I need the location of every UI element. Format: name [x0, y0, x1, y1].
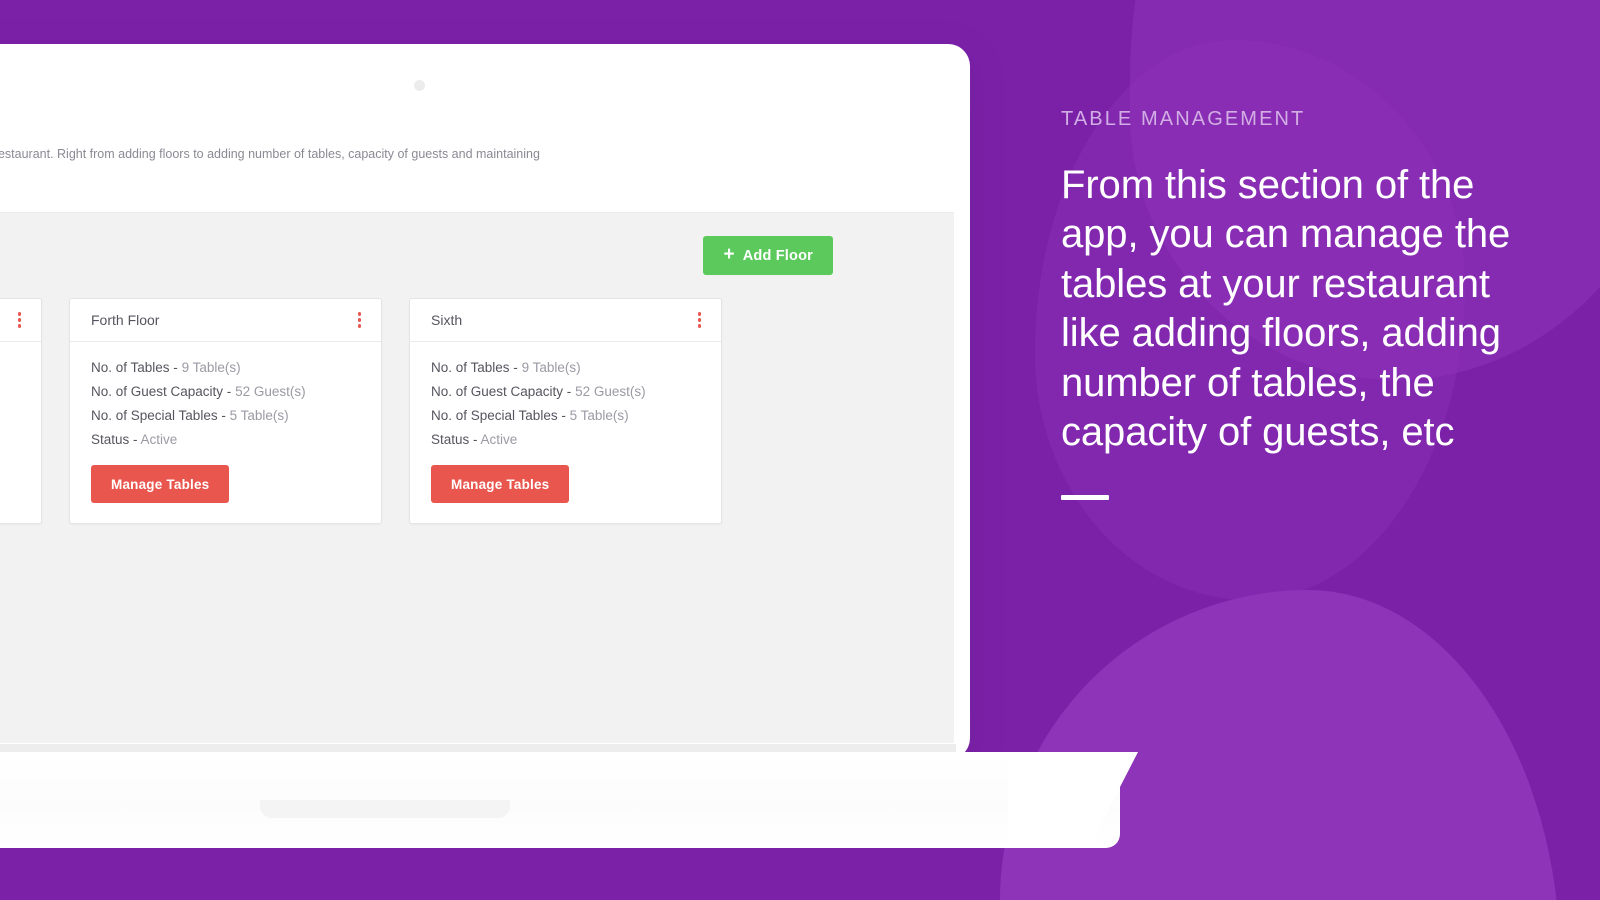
stat-capacity-value: 52 Guest(s): [235, 384, 306, 399]
stat-status: Status - Active: [91, 432, 360, 447]
floor-card-body: No. of Tables - 9 Table(s) No. of Guest C…: [70, 342, 381, 523]
floor-card-header: Third Floor: [0, 299, 41, 342]
stat-special-value: 5 Table(s): [569, 408, 629, 423]
stat-status-label: Status -: [431, 432, 478, 447]
laptop-mockup: Table Management From the table manageme…: [0, 44, 1138, 848]
stat-capacity-label: No. of Guest Capacity -: [91, 384, 232, 399]
floor-card: Forth Floor No. of Tables - 9 Table(s) No.…: [69, 298, 382, 524]
stat-status: Status - Active: [0, 432, 20, 447]
stat-special: No. of Special Tables - 5 Table(s): [431, 408, 700, 423]
promo-rule: [1061, 495, 1109, 501]
stat-special: No. of Special Tables - 5 Table(s): [91, 408, 360, 423]
stat-capacity-label: No. of Guest Capacity -: [431, 384, 572, 399]
stat-tables: No. of Tables - 2 Table(s): [0, 360, 20, 375]
laptop-base: [0, 752, 1120, 848]
page-title: Table Management: [0, 124, 550, 141]
stat-tables: No. of Tables - 9 Table(s): [91, 360, 360, 375]
stat-tables-label: No. of Tables -: [91, 360, 178, 375]
promo-eyebrow: TABLE MANAGEMENT: [1061, 108, 1306, 130]
page-description: From the table management section you ca…: [0, 147, 540, 161]
status-badge: Active: [140, 432, 178, 447]
floor-card-header: Forth Floor: [70, 299, 381, 342]
stat-tables-value: 9 Table(s): [181, 360, 241, 375]
floor-card-title: Sixth: [431, 312, 463, 328]
promo-panel: TABLE MANAGEMENT From this section of th…: [1061, 108, 1561, 501]
stat-status: Status - Active: [431, 432, 700, 447]
floors-section: Second FloorNo. of Tables - 10 Table(s)N…: [0, 298, 954, 743]
stat-special-label: No. of Special Tables -: [431, 408, 566, 423]
floor-card-body: No. of Tables - 2 Table(s) No. of Guest C…: [0, 342, 41, 523]
manage-tables-button[interactable]: Manage Tables: [431, 465, 570, 503]
stat-special-label: No. of Special Tables -: [91, 408, 226, 423]
laptop-screen-lip: [0, 744, 956, 752]
stat-tables-label: No. of Tables -: [431, 360, 518, 375]
page-header-text: Table Management From the table manageme…: [0, 124, 590, 179]
floor-card-header: Sixth: [410, 299, 721, 342]
toolbar: + Add Floor: [0, 213, 954, 298]
stat-capacity: No. of Guest Capacity - 9 Guest(s): [0, 384, 20, 399]
promo-headline: From this section of the app, you can ma…: [1061, 163, 1511, 454]
stat-capacity: No. of Guest Capacity - 52 Guest(s): [431, 384, 700, 399]
manage-tables-button[interactable]: Manage Tables: [91, 465, 230, 503]
laptop-camera-icon: [414, 80, 425, 91]
stat-tables-value: 9 Table(s): [521, 360, 581, 375]
stat-capacity: No. of Guest Capacity - 52 Guest(s): [91, 384, 360, 399]
floor-card: Third FloorNo. of Tables - 2 Table(s)No.…: [0, 298, 42, 524]
stat-status-label: Status -: [91, 432, 138, 447]
floor-card: Sixth No. of Tables - 9 Table(s) No. of Gu…: [409, 298, 722, 524]
laptop-screen: Table Management From the table manageme…: [0, 105, 954, 743]
stat-tables: No. of Tables - 9 Table(s): [431, 360, 700, 375]
laptop-base-notch: [260, 800, 510, 818]
kebab-menu-icon[interactable]: [352, 307, 368, 333]
status-badge: Active: [480, 432, 518, 447]
page-header: Table Management From the table manageme…: [0, 105, 954, 213]
floor-card-grid: Second FloorNo. of Tables - 10 Table(s)N…: [0, 298, 954, 743]
decorative-blob-bottom: [1000, 590, 1560, 900]
floor-card-body: No. of Tables - 9 Table(s) No. of Guest C…: [410, 342, 721, 523]
kebab-menu-icon[interactable]: [12, 307, 28, 333]
promo-slide: Table Management From the table manageme…: [0, 0, 1600, 900]
stat-special-value: 5 Table(s): [229, 408, 289, 423]
add-floor-label: Add Floor: [742, 247, 813, 264]
floor-card-title: Forth Floor: [91, 312, 160, 328]
plus-icon: +: [723, 244, 735, 265]
add-floor-button[interactable]: + Add Floor: [703, 236, 833, 275]
kebab-menu-icon[interactable]: [692, 307, 708, 333]
stat-special: No. of Special Tables - 2 Table(s): [0, 408, 20, 423]
stat-capacity-value: 52 Guest(s): [575, 384, 646, 399]
